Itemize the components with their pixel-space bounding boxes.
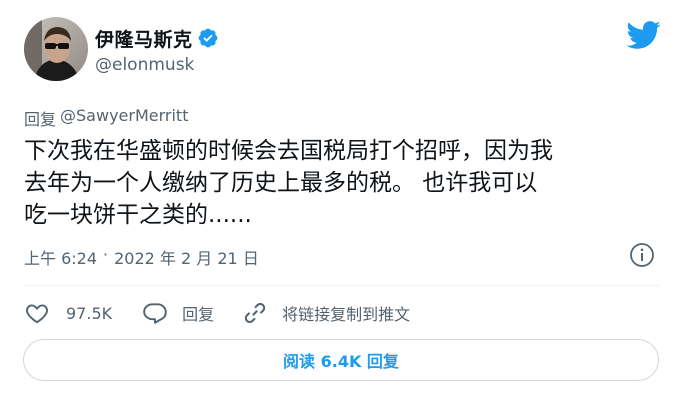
info-icon[interactable] — [629, 242, 655, 268]
timestamp-separator: · — [103, 245, 109, 264]
replying-prefix: 回复 — [24, 110, 57, 129]
link-icon — [244, 302, 266, 324]
tweet-text: 下次我在华盛顿的时候会去国税局打个招呼，因为我 去年为一个人缴纳了历史上最多的税… — [24, 135, 664, 231]
divider — [24, 285, 660, 286]
reply-bubble-icon — [143, 303, 167, 324]
reply-mention-link[interactable]: @SawyerMerritt — [60, 106, 188, 130]
reply-label: 回复 — [182, 305, 215, 324]
copy-link-label: 将链接复制到推文 — [282, 305, 411, 324]
tweet-text-line: 吃一块饼干之类的...... — [24, 202, 252, 228]
tweet-text-line: 去年为一个人缴纳了历史上最多的税。 也许我可以 — [24, 170, 538, 196]
action-bar: 97.5K 回复 将链接复制到推文 — [24, 298, 440, 328]
tweet-embed: 伊隆马斯克 @elonmusk 回复 @SawyerMerritt 下次我在华盛… — [0, 0, 684, 400]
author-handle[interactable]: @elonmusk — [95, 55, 194, 75]
copy-link-button[interactable]: 将链接复制到推文 — [242, 300, 410, 326]
twitter-bird-icon[interactable] — [625, 17, 661, 53]
tweet-date: 2022 年 2 月 21 日 — [114, 249, 259, 268]
replying-to: 回复 @SawyerMerritt — [24, 106, 188, 130]
tweet-time: 上午 6:24 — [24, 249, 98, 268]
read-replies-button[interactable]: 阅读 6.4K 回复 — [23, 339, 659, 381]
timestamp-link[interactable]: 上午 6:24 · 2022 年 2 月 21 日 — [24, 245, 259, 269]
reply-button[interactable]: 回复 — [142, 300, 214, 326]
avatar[interactable] — [24, 17, 88, 81]
author-name[interactable]: 伊隆马斯克 — [95, 25, 193, 52]
tweet-text-line: 下次我在华盛顿的时候会去国税局打个招呼，因为我 — [24, 138, 553, 164]
heart-icon — [26, 304, 48, 324]
author-name-row[interactable]: 伊隆马斯克 — [95, 25, 219, 51]
verified-badge-icon — [197, 27, 219, 49]
like-count: 97.5K — [66, 303, 113, 323]
like-button[interactable]: 97.5K — [24, 300, 112, 326]
